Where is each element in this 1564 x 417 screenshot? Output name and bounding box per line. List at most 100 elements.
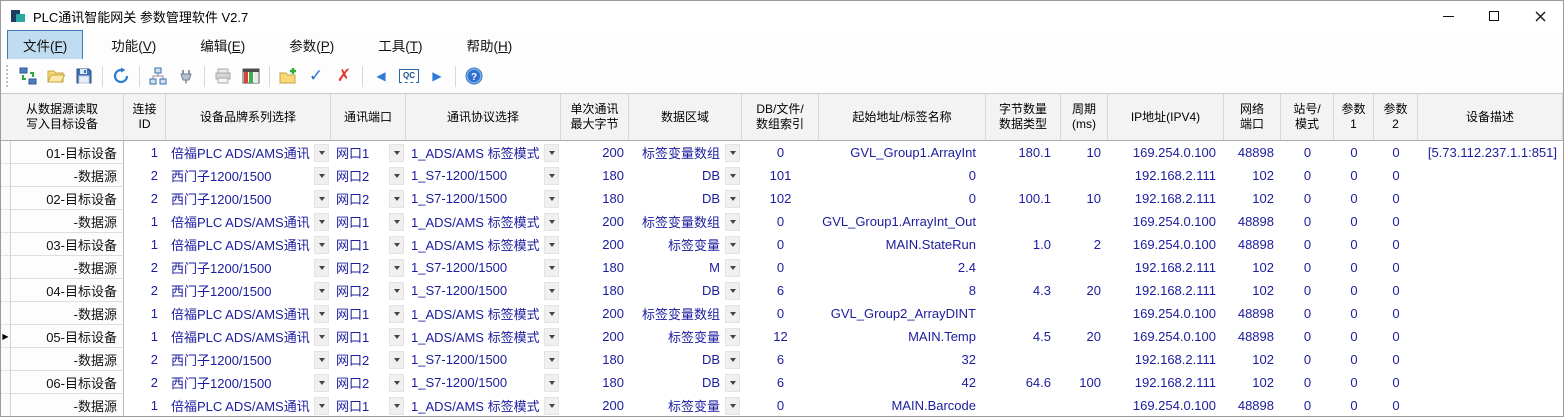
cell-port-combobox[interactable]: 网口1 <box>331 210 406 233</box>
cell-data_area-combobox[interactable]: 标签变量数组 <box>629 210 742 233</box>
cell-port-combobox[interactable]: 网口1 <box>331 394 406 416</box>
cell-db_index[interactable]: 6 <box>742 371 819 394</box>
cell-station[interactable]: 0 <box>1281 256 1334 279</box>
chevron-down-icon[interactable] <box>314 374 329 392</box>
cell-param2[interactable]: 0 <box>1374 256 1418 279</box>
cell-brand-combobox[interactable]: 倍福PLC ADS/AMS通讯 <box>166 210 331 233</box>
cell-brand-combobox[interactable]: 西门子1200/1500 <box>166 164 331 187</box>
cell-ip[interactable]: 192.168.2.111 <box>1108 256 1224 279</box>
cell-data_area-combobox[interactable]: 标签变量数组 <box>629 302 742 325</box>
chevron-down-icon[interactable] <box>389 144 404 162</box>
cell-byte_type[interactable] <box>986 210 1061 233</box>
cell-data_area-combobox[interactable]: M <box>629 256 742 279</box>
cell-conn_id[interactable]: 1 <box>124 302 166 325</box>
chevron-down-icon[interactable] <box>725 167 740 185</box>
cell-protocol-combobox[interactable]: 1_S7-1200/1500 <box>406 187 561 210</box>
chevron-down-icon[interactable] <box>314 282 329 300</box>
cell-brand-combobox[interactable]: 倍福PLC ADS/AMS通讯 <box>166 141 331 164</box>
cell-data_area-combobox[interactable]: DB <box>629 187 742 210</box>
cell-brand-combobox[interactable]: 倍福PLC ADS/AMS通讯 <box>166 325 331 348</box>
cell-address[interactable]: 8 <box>819 279 986 302</box>
row-header-cell[interactable]: 05-目标设备 <box>11 325 124 348</box>
cell-max_bytes[interactable]: 180 <box>561 164 629 187</box>
cell-desc[interactable] <box>1418 302 1563 325</box>
cell-db_index[interactable]: 0 <box>742 394 819 416</box>
cell-param2[interactable]: 0 <box>1374 348 1418 371</box>
cell-param2[interactable]: 0 <box>1374 302 1418 325</box>
cell-protocol-combobox[interactable]: 1_ADS/AMS 标签模式 <box>406 141 561 164</box>
add-folder-button[interactable] <box>275 63 301 89</box>
cell-ip[interactable]: 169.254.0.100 <box>1108 141 1224 164</box>
close-button[interactable] <box>1517 1 1563 31</box>
cell-cycle[interactable]: 2 <box>1061 233 1108 256</box>
cell-station[interactable]: 0 <box>1281 348 1334 371</box>
cell-param1[interactable]: 0 <box>1334 371 1374 394</box>
cell-data_area-combobox[interactable]: DB <box>629 279 742 302</box>
cell-data_area-combobox[interactable]: DB <box>629 164 742 187</box>
chevron-down-icon[interactable] <box>544 282 559 300</box>
cell-net_port[interactable]: 102 <box>1224 279 1281 302</box>
cell-data_area-combobox[interactable]: 标签变量 <box>629 233 742 256</box>
cell-cycle[interactable] <box>1061 164 1108 187</box>
cell-address[interactable]: 0 <box>819 164 986 187</box>
cell-byte_type[interactable]: 4.3 <box>986 279 1061 302</box>
cell-address[interactable]: GVL_Group1.ArrayInt_Out <box>819 210 986 233</box>
row-header-cell[interactable]: -数据源 <box>11 256 124 279</box>
cell-station[interactable]: 0 <box>1281 302 1334 325</box>
cell-station[interactable]: 0 <box>1281 187 1334 210</box>
cell-net_port[interactable]: 102 <box>1224 164 1281 187</box>
cell-ip[interactable]: 169.254.0.100 <box>1108 210 1224 233</box>
cell-db_index[interactable]: 101 <box>742 164 819 187</box>
cell-protocol-combobox[interactable]: 1_S7-1200/1500 <box>406 348 561 371</box>
cell-max_bytes[interactable]: 200 <box>561 302 629 325</box>
menu-item-H[interactable]: 帮助(H) <box>451 30 529 60</box>
row-header-cell[interactable]: 06-目标设备 <box>11 371 124 394</box>
cell-net_port[interactable]: 102 <box>1224 348 1281 371</box>
cell-byte_type[interactable]: 100.1 <box>986 187 1061 210</box>
cell-port-combobox[interactable]: 网口2 <box>331 371 406 394</box>
refresh-button[interactable] <box>108 63 134 89</box>
cell-desc[interactable] <box>1418 210 1563 233</box>
cell-max_bytes[interactable]: 200 <box>561 325 629 348</box>
cell-param1[interactable]: 0 <box>1334 164 1374 187</box>
cell-param1[interactable]: 0 <box>1334 233 1374 256</box>
cell-param2[interactable]: 0 <box>1374 371 1418 394</box>
apply-button[interactable]: ✓ <box>303 63 329 89</box>
chevron-down-icon[interactable] <box>544 259 559 277</box>
cell-conn_id[interactable]: 1 <box>124 141 166 164</box>
cell-byte_type[interactable] <box>986 164 1061 187</box>
cell-brand-combobox[interactable]: 西门子1200/1500 <box>166 371 331 394</box>
data-grid-button[interactable] <box>238 63 264 89</box>
cell-db_index[interactable]: 0 <box>742 302 819 325</box>
cell-cycle[interactable]: 20 <box>1061 325 1108 348</box>
cell-db_index[interactable]: 12 <box>742 325 819 348</box>
cell-ip[interactable]: 192.168.2.111 <box>1108 164 1224 187</box>
cell-db_index[interactable]: 6 <box>742 279 819 302</box>
chevron-down-icon[interactable] <box>314 328 329 346</box>
cell-net_port[interactable]: 48898 <box>1224 141 1281 164</box>
cell-data_area-combobox[interactable]: DB <box>629 371 742 394</box>
cell-param1[interactable]: 0 <box>1334 394 1374 416</box>
chevron-down-icon[interactable] <box>389 259 404 277</box>
cell-protocol-combobox[interactable]: 1_S7-1200/1500 <box>406 371 561 394</box>
cell-port-combobox[interactable]: 网口2 <box>331 279 406 302</box>
chevron-down-icon[interactable] <box>544 328 559 346</box>
cell-cycle[interactable] <box>1061 210 1108 233</box>
cell-param2[interactable]: 0 <box>1374 279 1418 302</box>
cell-param2[interactable]: 0 <box>1374 141 1418 164</box>
cell-protocol-combobox[interactable]: 1_ADS/AMS 标签模式 <box>406 394 561 416</box>
chevron-down-icon[interactable] <box>389 374 404 392</box>
chevron-down-icon[interactable] <box>544 167 559 185</box>
cell-desc[interactable] <box>1418 256 1563 279</box>
cell-ip[interactable]: 192.168.2.111 <box>1108 279 1224 302</box>
chevron-down-icon[interactable] <box>389 282 404 300</box>
cell-protocol-combobox[interactable]: 1_ADS/AMS 标签模式 <box>406 302 561 325</box>
cell-brand-combobox[interactable]: 倍福PLC ADS/AMS通讯 <box>166 302 331 325</box>
cell-cycle[interactable] <box>1061 256 1108 279</box>
cell-conn_id[interactable]: 1 <box>124 394 166 416</box>
chevron-down-icon[interactable] <box>725 236 740 254</box>
cell-net_port[interactable]: 48898 <box>1224 325 1281 348</box>
cell-data_area-combobox[interactable]: 标签变量 <box>629 394 742 416</box>
cell-data_area-combobox[interactable]: 标签变量 <box>629 325 742 348</box>
cell-max_bytes[interactable]: 180 <box>561 348 629 371</box>
